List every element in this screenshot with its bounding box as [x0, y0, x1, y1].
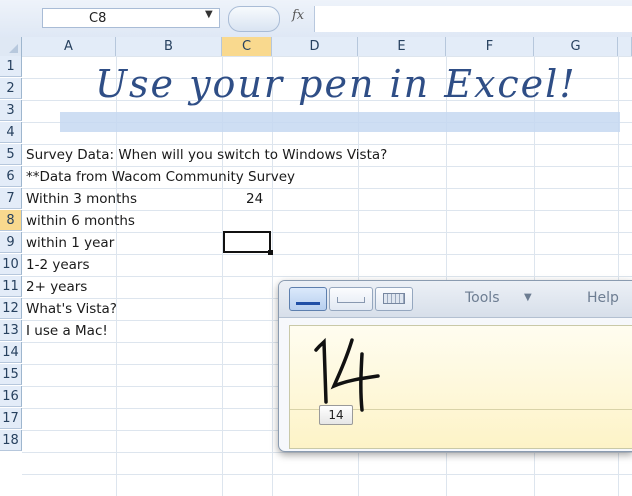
- tablet-input-panel[interactable]: Tools ▼ Help 14: [278, 280, 632, 452]
- keyboard-icon: [383, 293, 405, 304]
- name-box[interactable]: C8: [42, 8, 220, 28]
- column-header-a[interactable]: A: [22, 37, 116, 56]
- column-header-c[interactable]: C: [222, 37, 272, 56]
- tools-menu[interactable]: Tools: [465, 290, 500, 306]
- row-header[interactable]: 6: [0, 166, 22, 187]
- row-header[interactable]: 13: [0, 320, 22, 341]
- row-header[interactable]: 15: [0, 364, 22, 385]
- formula-input[interactable]: [314, 6, 632, 32]
- cell-a13[interactable]: I use a Mac!: [26, 320, 108, 342]
- row-header[interactable]: 12: [0, 298, 22, 319]
- character-pad-button[interactable]: [329, 287, 373, 311]
- row-header[interactable]: 4: [0, 122, 22, 143]
- row-header[interactable]: 5: [0, 144, 22, 165]
- column-header-f[interactable]: F: [446, 37, 534, 56]
- row-header[interactable]: 7: [0, 188, 22, 209]
- row-header[interactable]: 10: [0, 254, 22, 275]
- cell-a8[interactable]: within 6 months: [26, 210, 135, 232]
- active-cell-c8[interactable]: [223, 231, 273, 255]
- column-headers: A B C D E F G: [0, 37, 632, 57]
- writing-area[interactable]: [289, 325, 632, 449]
- row-header[interactable]: 3: [0, 100, 22, 121]
- row-header[interactable]: 11: [0, 276, 22, 297]
- name-box-dropdown-icon[interactable]: ▼: [205, 9, 213, 20]
- writing-pad-button[interactable]: [289, 287, 327, 311]
- column-header-e[interactable]: E: [358, 37, 446, 56]
- chevron-down-icon[interactable]: ▼: [524, 292, 532, 303]
- row-header[interactable]: 17: [0, 408, 22, 429]
- select-all-button[interactable]: [0, 37, 22, 56]
- handwritten-title: Use your pen in Excel!: [95, 62, 577, 106]
- column-header-d[interactable]: D: [272, 37, 358, 56]
- row-header[interactable]: 1: [0, 56, 22, 77]
- writing-pad-icon: [296, 302, 320, 305]
- cell-a7[interactable]: Within 3 months: [26, 188, 137, 210]
- cell-a10[interactable]: 1-2 years: [26, 254, 90, 276]
- cell-a5[interactable]: Survey Data: When will you switch to Win…: [26, 144, 387, 166]
- row-header-selected[interactable]: 8: [0, 210, 22, 231]
- column-header-g[interactable]: G: [534, 37, 618, 56]
- keyboard-button[interactable]: [375, 287, 413, 311]
- character-pad-icon: [337, 297, 365, 303]
- cell-a11[interactable]: 2+ years: [26, 276, 87, 298]
- column-header-b[interactable]: B: [116, 37, 222, 56]
- input-panel-toolbar: Tools ▼ Help: [279, 281, 632, 318]
- cell-c7[interactable]: 24: [246, 188, 263, 210]
- cell-a12[interactable]: What's Vista?: [26, 298, 117, 320]
- row-header[interactable]: 16: [0, 386, 22, 407]
- recognized-text-button[interactable]: 14: [319, 405, 353, 425]
- formula-bar: C8 ▼ fx: [0, 0, 632, 38]
- column-header-h[interactable]: [618, 37, 632, 56]
- handwritten-ink: [314, 337, 380, 412]
- cell-a6[interactable]: **Data from Wacom Community Survey: [26, 166, 295, 188]
- row-header[interactable]: 9: [0, 232, 22, 253]
- row-header[interactable]: 2: [0, 78, 22, 99]
- formula-cancel-enter-buttons[interactable]: [228, 6, 280, 32]
- title-highlight-stroke: [60, 112, 620, 132]
- row-header[interactable]: 18: [0, 430, 22, 451]
- insert-function-icon[interactable]: fx: [292, 8, 304, 23]
- row-header[interactable]: 14: [0, 342, 22, 363]
- help-menu[interactable]: Help: [587, 290, 619, 306]
- cell-a9[interactable]: within 1 year: [26, 232, 114, 254]
